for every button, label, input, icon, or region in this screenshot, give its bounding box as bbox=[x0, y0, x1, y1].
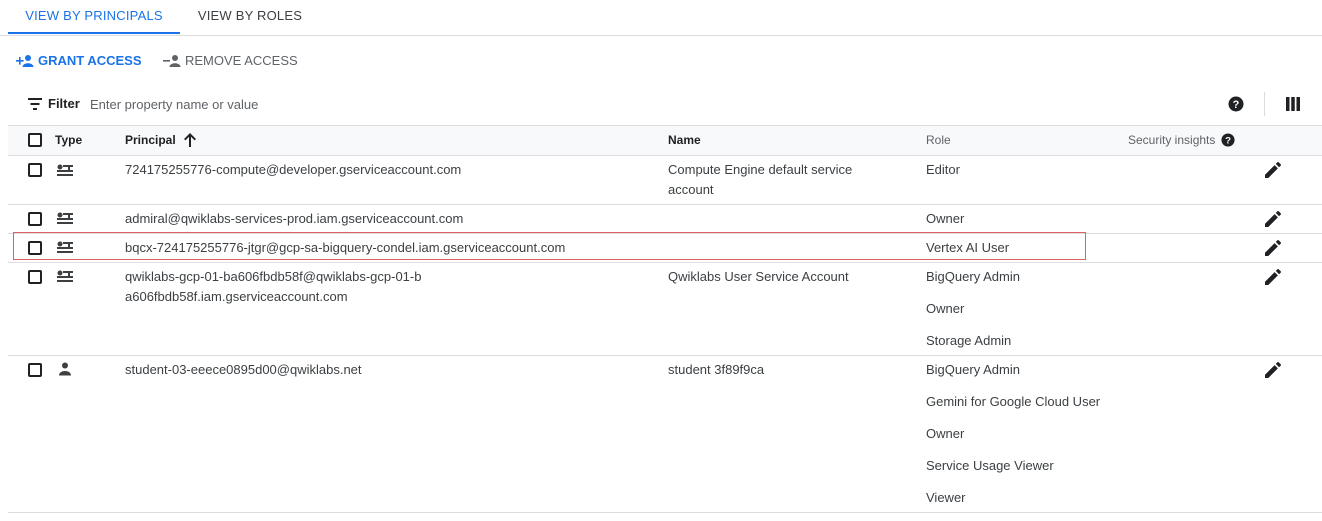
remove-access-label: REMOVE ACCESS bbox=[185, 53, 298, 68]
toolbar-divider bbox=[1264, 92, 1265, 116]
column-header-security-insights: Security insights ? bbox=[1128, 133, 1235, 147]
service-account-icon bbox=[57, 164, 73, 176]
table-row: qwiklabs-gcp-01-ba606fbdb58f@qwiklabs-gc… bbox=[8, 263, 1322, 356]
table-row: student-03-eeece0895d00@qwiklabs.net stu… bbox=[8, 356, 1322, 513]
principals-table: Type Principal Name Role Security insigh… bbox=[8, 125, 1322, 513]
service-account-icon bbox=[57, 212, 73, 224]
grant-access-button[interactable]: GRANT ACCESS bbox=[16, 52, 142, 70]
svg-text:?: ? bbox=[1225, 136, 1231, 147]
column-header-role: Role bbox=[926, 133, 951, 147]
select-all-checkbox[interactable] bbox=[28, 133, 42, 147]
tab-view-by-principals[interactable]: VIEW BY PRINCIPALS bbox=[8, 0, 180, 34]
edit-icon[interactable] bbox=[1265, 240, 1281, 256]
tab-view-by-roles[interactable]: VIEW BY ROLES bbox=[180, 0, 320, 32]
table-row: 724175255776-compute@developer.gservicea… bbox=[8, 156, 1322, 205]
add-person-icon bbox=[16, 55, 34, 67]
role-label: Owner bbox=[926, 301, 965, 316]
column-display-icon[interactable] bbox=[1286, 97, 1300, 111]
filter-input[interactable] bbox=[86, 94, 694, 114]
principal-email: admiral@qwiklabs-services-prod.iam.gserv… bbox=[125, 211, 464, 226]
role-list: BigQuery Admin Gemini for Google Cloud U… bbox=[926, 360, 1126, 520]
column-header-name: Name bbox=[668, 133, 701, 147]
row-checkbox[interactable] bbox=[28, 363, 42, 377]
edit-icon[interactable] bbox=[1265, 362, 1281, 378]
service-account-icon bbox=[57, 241, 73, 253]
column-header-principal[interactable]: Principal bbox=[125, 133, 196, 147]
help-icon[interactable]: ? bbox=[1221, 133, 1235, 147]
edit-icon[interactable] bbox=[1265, 162, 1281, 178]
service-account-icon bbox=[57, 270, 73, 282]
principal-name: Qwiklabs User Service Account bbox=[668, 269, 849, 284]
row-checkbox[interactable] bbox=[28, 270, 42, 284]
row-checkbox[interactable] bbox=[28, 241, 42, 255]
edit-icon[interactable] bbox=[1265, 269, 1281, 285]
help-icon[interactable]: ? bbox=[1228, 96, 1244, 112]
row-checkbox[interactable] bbox=[28, 212, 42, 226]
principal-email: bqcx-724175255776-jtgr@gcp-sa-bigquery-c… bbox=[125, 240, 566, 255]
principal-name: Compute Engine default service account bbox=[668, 162, 853, 197]
edit-icon[interactable] bbox=[1265, 211, 1281, 227]
role-list: BigQuery Admin Owner Storage Admin bbox=[926, 267, 1126, 363]
role-label: Vertex AI User bbox=[926, 240, 1010, 255]
role-label: BigQuery Admin bbox=[926, 269, 1020, 284]
filter-bar: Filter ? bbox=[0, 92, 1322, 116]
table-header: Type Principal Name Role Security insigh… bbox=[8, 125, 1322, 156]
table-row: bqcx-724175255776-jtgr@gcp-sa-bigquery-c… bbox=[8, 234, 1322, 263]
principal-email: student-03-eeece0895d00@qwiklabs.net bbox=[125, 362, 362, 377]
filter-label: Filter bbox=[48, 96, 80, 111]
grant-access-label: GRANT ACCESS bbox=[38, 53, 142, 68]
column-header-principal-label: Principal bbox=[125, 133, 176, 147]
svg-text:?: ? bbox=[1233, 99, 1240, 111]
role-label: Viewer bbox=[926, 490, 966, 505]
role-label: Owner bbox=[926, 211, 965, 226]
row-checkbox[interactable] bbox=[28, 163, 42, 177]
role-label: Owner bbox=[926, 426, 965, 441]
person-icon bbox=[59, 362, 71, 376]
table-row: admiral@qwiklabs-services-prod.iam.gserv… bbox=[8, 205, 1322, 234]
sort-ascending-icon bbox=[183, 133, 196, 147]
remove-person-icon bbox=[163, 55, 181, 67]
view-tabs: VIEW BY PRINCIPALS VIEW BY ROLES bbox=[0, 0, 1322, 36]
role-label: Editor bbox=[926, 162, 960, 177]
role-label: Service Usage Viewer bbox=[926, 458, 1054, 473]
principal-email: 724175255776-compute@developer.gservicea… bbox=[125, 162, 462, 177]
remove-access-button[interactable]: REMOVE ACCESS bbox=[163, 52, 298, 70]
column-header-type: Type bbox=[55, 133, 83, 147]
filter-icon bbox=[28, 98, 42, 110]
role-label: BigQuery Admin bbox=[926, 362, 1020, 377]
principal-email: qwiklabs-gcp-01-ba606fbdb58f@qwiklabs-gc… bbox=[125, 269, 422, 304]
role-label: Gemini for Google Cloud User bbox=[926, 394, 1101, 409]
security-insights-label: Security insights bbox=[1128, 133, 1216, 147]
principal-name: student 3f89f9ca bbox=[668, 362, 765, 377]
